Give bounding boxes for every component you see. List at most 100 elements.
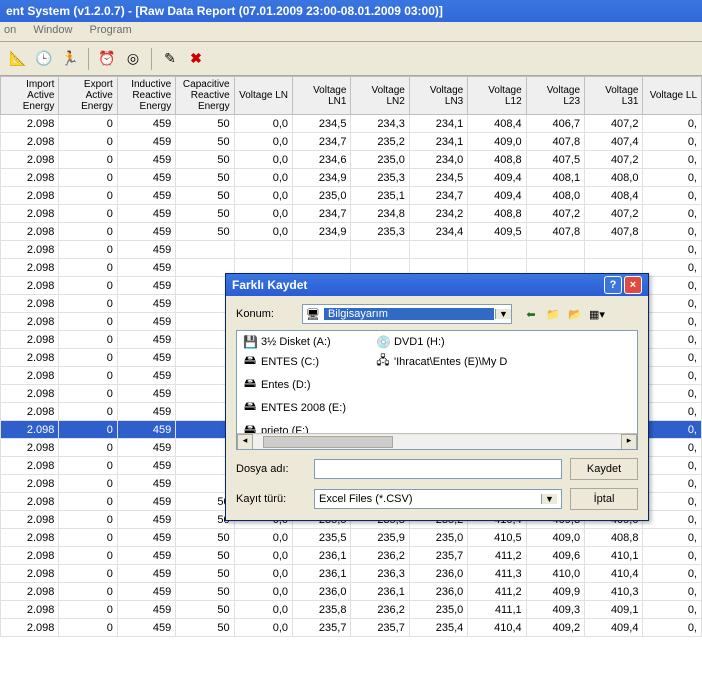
column-header[interactable]: Inductive Reactive Energy	[117, 77, 175, 115]
column-header[interactable]: Voltage L12	[468, 77, 526, 115]
target-icon[interactable]: ◎	[121, 47, 145, 71]
cell: 408,0	[526, 187, 584, 205]
column-header[interactable]: Voltage LN2	[351, 77, 409, 115]
cell: 2.098	[1, 331, 59, 349]
cell	[293, 241, 351, 259]
table-row[interactable]: 2.0980459500,0235,8236,2235,0411,1409,34…	[1, 601, 702, 619]
help-button[interactable]: ?	[604, 276, 622, 294]
tool-icon-1[interactable]: 📐	[6, 47, 30, 71]
delete-icon[interactable]: ✖	[184, 47, 208, 71]
cell: 459	[117, 349, 175, 367]
scroll-right-icon[interactable]: ▸	[621, 434, 637, 450]
table-row[interactable]: 2.0980459500,0234,7234,8234,2408,8407,24…	[1, 205, 702, 223]
new-folder-icon[interactable]: 📂	[566, 308, 584, 321]
close-button[interactable]: ×	[624, 276, 642, 294]
cell: 0,	[643, 619, 702, 637]
cell: 459	[117, 619, 175, 637]
drive-item[interactable]: 🖴ENTES 2008 (E:)	[243, 397, 346, 418]
table-row[interactable]: 2.0980459500,0235,7235,7235,4410,4409,24…	[1, 619, 702, 637]
column-header[interactable]: Import Active Energy	[1, 77, 59, 115]
cell: 2.098	[1, 205, 59, 223]
table-row[interactable]: 2.09804590,	[1, 241, 702, 259]
view-menu-icon[interactable]: ▦▾	[588, 308, 606, 321]
scroll-thumb[interactable]	[263, 436, 393, 448]
drive-item[interactable]: 🖴Entes (D:)	[243, 374, 346, 395]
cell: 50	[176, 223, 234, 241]
column-header[interactable]: Voltage LN3	[409, 77, 467, 115]
cell: 236,1	[293, 547, 351, 565]
drive-item[interactable]: 🖴ENTES (C:)	[243, 351, 346, 372]
cell: 0,	[643, 277, 702, 295]
menu-window[interactable]: Window	[33, 24, 72, 36]
cell: 0	[59, 331, 117, 349]
cell: 0,	[643, 259, 702, 277]
cell: 0,	[643, 565, 702, 583]
table-row[interactable]: 2.0980459500,0234,7235,2234,1409,0407,84…	[1, 133, 702, 151]
table-row[interactable]: 2.0980459500,0235,0235,1234,7409,4408,04…	[1, 187, 702, 205]
location-combo[interactable]: 🖥 Bilgisayarım ▼	[302, 304, 512, 324]
cell: 235,3	[351, 169, 409, 187]
column-header[interactable]: Export Active Energy	[59, 77, 117, 115]
clock-icon[interactable]: 🕒	[32, 47, 56, 71]
cell: 234,1	[409, 133, 467, 151]
drive-item[interactable]: 🖧'Ihracat\Entes (E)\My D	[376, 351, 507, 372]
filename-label: Dosya adı:	[236, 463, 306, 475]
cell: 0,0	[234, 547, 292, 565]
dialog-title-bar[interactable]: Farklı Kaydet ? ×	[226, 274, 648, 296]
cell: 2.098	[1, 457, 59, 475]
back-icon[interactable]: ⬅	[522, 308, 540, 321]
column-header[interactable]: Capacitive Reactive Energy	[176, 77, 234, 115]
cell: 234,5	[409, 169, 467, 187]
drive-item[interactable]: 💿DVD1 (H:)	[376, 335, 507, 349]
cell: 459	[117, 439, 175, 457]
table-row[interactable]: 2.0980459500,0234,6235,0234,0408,8407,54…	[1, 151, 702, 169]
cell: 459	[117, 133, 175, 151]
cell: 0	[59, 403, 117, 421]
column-header[interactable]: Voltage LL	[643, 77, 702, 115]
table-row[interactable]: 2.0980459500,0236,1236,2235,7411,2409,64…	[1, 547, 702, 565]
table-row[interactable]: 2.0980459500,0235,5235,9235,0410,5409,04…	[1, 529, 702, 547]
cell: 2.098	[1, 259, 59, 277]
cell: 411,1	[468, 601, 526, 619]
alarm-icon[interactable]: ⏰	[95, 47, 119, 71]
scroll-left-icon[interactable]: ◂	[237, 434, 253, 450]
table-row[interactable]: 2.0980459500,0236,0236,1236,0411,2409,94…	[1, 583, 702, 601]
column-header[interactable]: Voltage LN1	[293, 77, 351, 115]
cell: 50	[176, 529, 234, 547]
column-header[interactable]: Voltage LN	[234, 77, 292, 115]
filetype-select[interactable]: Excel Files (*.CSV) ▼	[314, 489, 562, 509]
save-button[interactable]: Kaydet	[570, 458, 638, 480]
chevron-down-icon[interactable]: ▼	[495, 309, 511, 319]
cell: 2.098	[1, 169, 59, 187]
horizontal-scrollbar[interactable]: ◂ ▸	[237, 433, 637, 449]
cancel-button[interactable]: İptal	[570, 488, 638, 510]
menu-program[interactable]: Program	[90, 24, 132, 36]
cell: 0,0	[234, 187, 292, 205]
table-row[interactable]: 2.0980459500,0234,9235,3234,5409,4408,14…	[1, 169, 702, 187]
up-folder-icon[interactable]: 📁	[544, 308, 562, 321]
filename-input[interactable]	[314, 459, 562, 479]
cell: 459	[117, 367, 175, 385]
cell: 0	[59, 133, 117, 151]
table-row[interactable]: 2.0980459500,0234,9235,3234,4409,5407,84…	[1, 223, 702, 241]
cell: 407,5	[526, 151, 584, 169]
run-icon[interactable]: 🏃	[58, 47, 82, 71]
table-row[interactable]: 2.0980459500,0234,5234,3234,1408,4406,74…	[1, 115, 702, 133]
cell: 0,0	[234, 223, 292, 241]
table-row[interactable]: 2.0980459500,0236,1236,3236,0411,3410,04…	[1, 565, 702, 583]
column-header[interactable]: Voltage L23	[526, 77, 584, 115]
cell: 408,8	[468, 205, 526, 223]
column-header[interactable]: Voltage L31	[585, 77, 643, 115]
drive-list[interactable]: 💾3½ Disket (A:) 🖴ENTES (C:)🖴Entes (D:)🖴EN…	[236, 330, 638, 450]
menu-on[interactable]: on	[4, 24, 16, 36]
cell: 408,4	[468, 115, 526, 133]
drive-label: Entes (D:)	[261, 379, 311, 391]
cell: 2.098	[1, 187, 59, 205]
cell: 411,2	[468, 583, 526, 601]
cell: 0,0	[234, 115, 292, 133]
chevron-down-icon[interactable]: ▼	[541, 494, 557, 504]
cell: 2.098	[1, 421, 59, 439]
cell: 2.098	[1, 385, 59, 403]
drive-item[interactable]: 💾3½ Disket (A:)	[243, 335, 346, 349]
edit-icon[interactable]: ✎	[158, 47, 182, 71]
